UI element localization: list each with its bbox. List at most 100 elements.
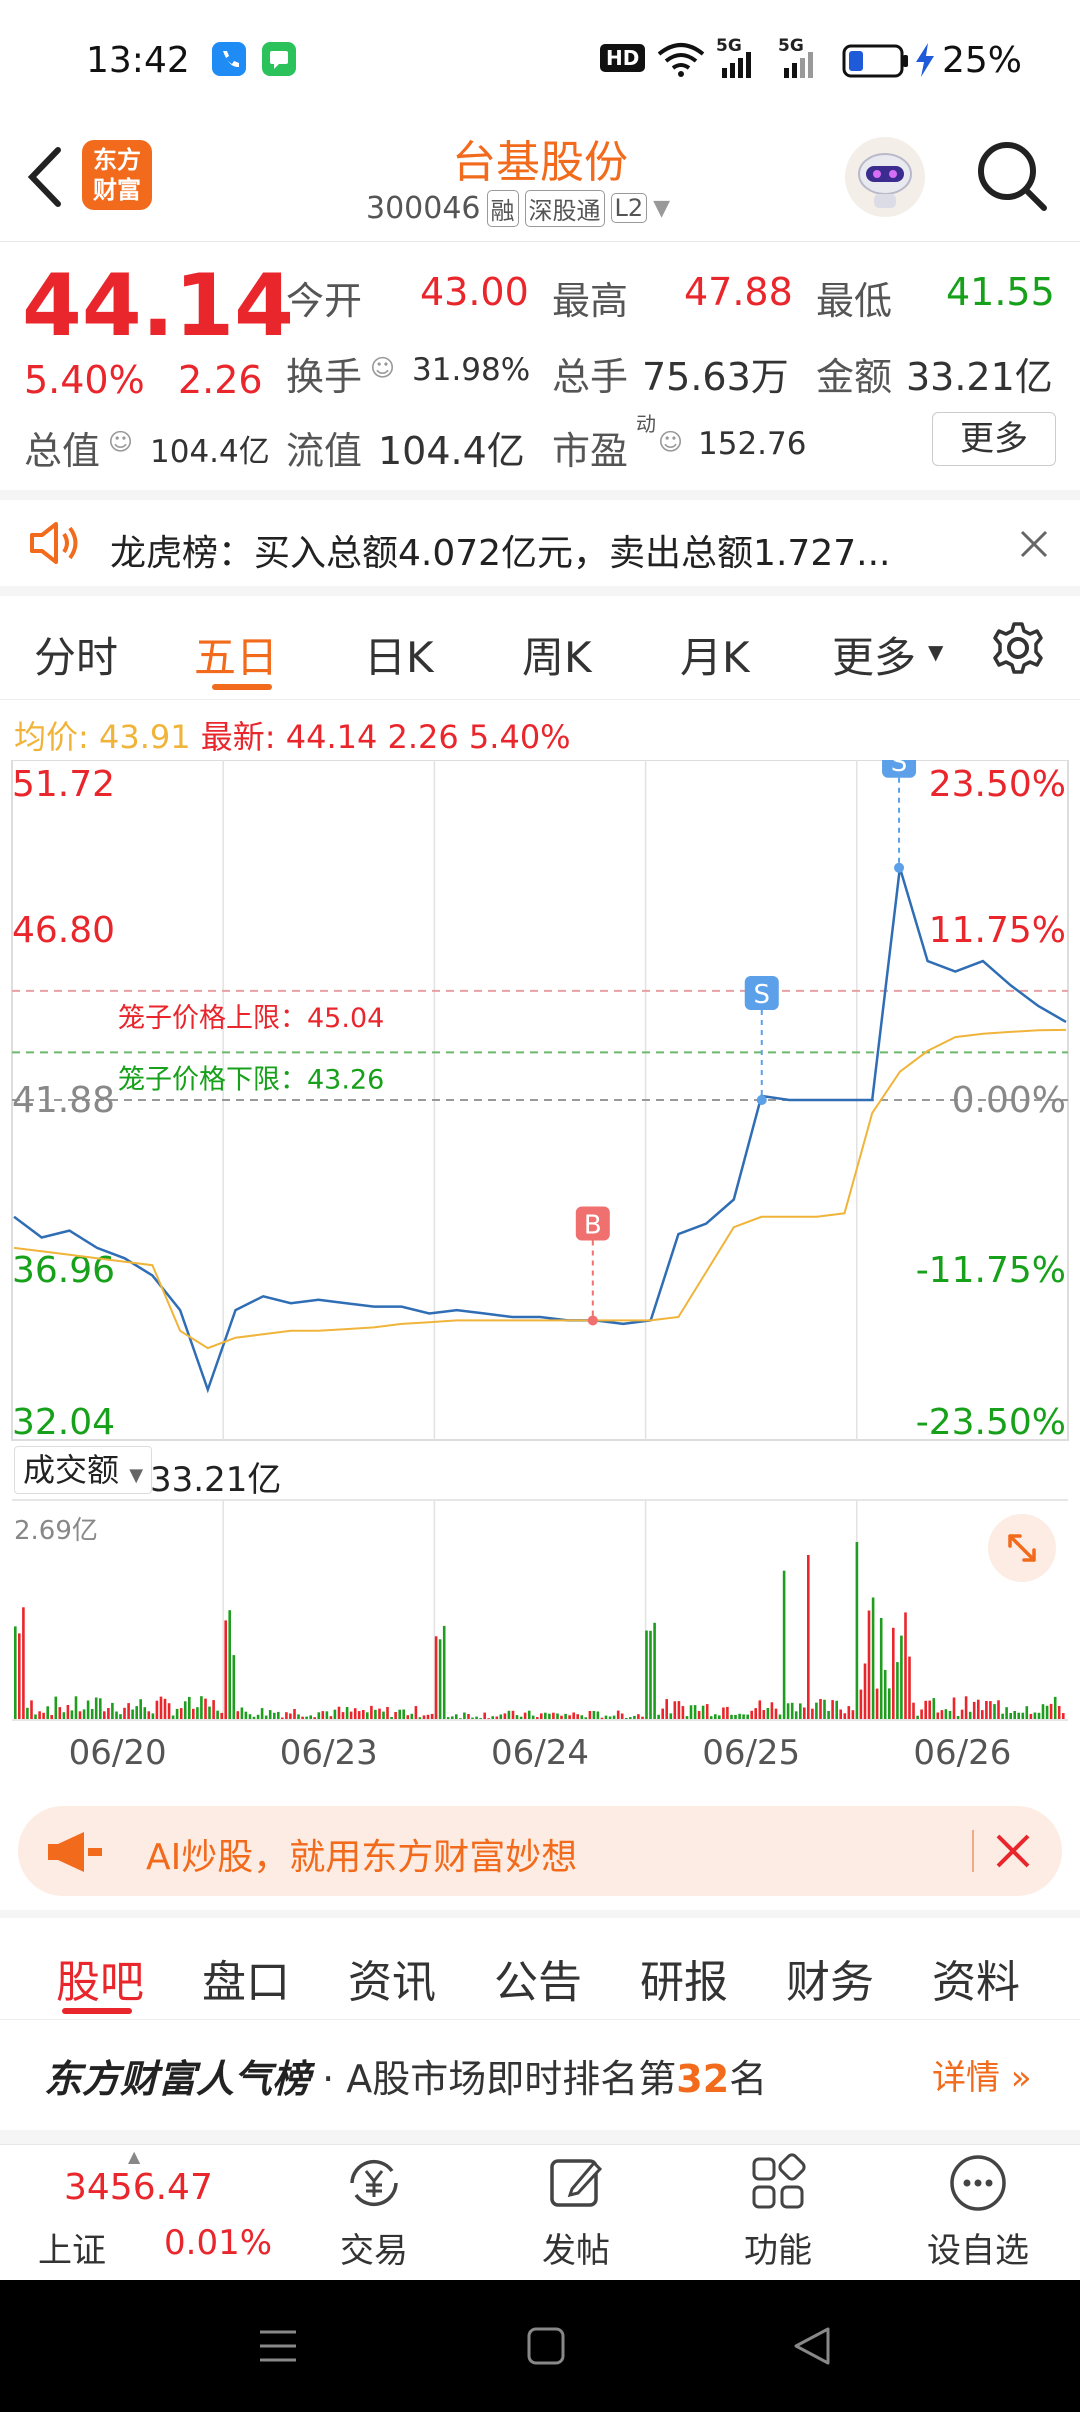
info-icon[interactable]: ☺ [658, 428, 683, 456]
message-app-icon [262, 42, 296, 76]
volume-bar [159, 1696, 163, 1720]
tab-monthly-k[interactable]: 月K [680, 624, 750, 685]
volume-bar [511, 1710, 515, 1720]
volume-bar [398, 1709, 401, 1720]
volume-bar [402, 1709, 405, 1720]
volume-bar [782, 1570, 786, 1720]
back-arrow-icon[interactable] [20, 142, 68, 216]
index-name: 上证 [38, 2231, 106, 2271]
popularity-rank[interactable]: 东方财富人气榜 · A股市场即时排名第32名 详情 » [0, 2020, 1080, 2144]
volume-selector[interactable]: 成交额 ▼ [14, 1446, 153, 1494]
more-button[interactable]: 更多 [932, 412, 1056, 466]
volume-bar [22, 1607, 25, 1720]
quote-panel: 44.14 5.40% 2.26 总值 ☺ 104.4亿 今开 43.00 最高… [0, 242, 1080, 490]
volume-bar [1005, 1707, 1008, 1720]
trade-icon [350, 2159, 398, 2207]
current-price: 44.14 [22, 256, 295, 356]
volume-bar [366, 1712, 369, 1720]
post-button[interactable]: 发帖 [496, 2151, 656, 2272]
volume-bar [997, 1700, 1000, 1720]
search-icon[interactable] [974, 138, 1050, 218]
volume-bar [147, 1711, 151, 1720]
volume-bar [208, 1706, 211, 1720]
expand-icon[interactable] [988, 1514, 1056, 1582]
functions-button[interactable]: 功能 [698, 2151, 858, 2272]
tab-daily-k[interactable]: 日K [364, 624, 434, 685]
volume-bar [220, 1712, 223, 1720]
menu-icon[interactable] [258, 2326, 298, 2370]
low-label: 最低 [816, 279, 893, 323]
add-watchlist-button[interactable]: 设自选 [898, 2151, 1058, 2272]
tab-research[interactable]: 研报 [640, 1946, 728, 2010]
stock-name: 台基股份 [452, 137, 628, 188]
tab-orderbook[interactable]: 盘口 [202, 1946, 290, 2010]
robot-assistant-icon[interactable] [842, 134, 928, 224]
tab-five-day[interactable]: 五日 [194, 624, 278, 685]
volume-bar [693, 1705, 697, 1720]
volume-bar [277, 1711, 280, 1720]
tab-weekly-k[interactable]: 周K [522, 624, 592, 685]
volume-bar [1009, 1713, 1012, 1720]
app-logo[interactable]: 东方 财富 [82, 140, 152, 210]
y-tick-right: -23.50% [916, 1402, 1066, 1443]
y-tick-left: 41.88 [12, 1080, 115, 1121]
tab-intraday[interactable]: 分时 [34, 624, 118, 685]
open-value: 43.00 [420, 270, 529, 314]
volume-bar [46, 1706, 49, 1720]
price-chart[interactable]: 笼子价格上限：45.04 笼子价格下限：43.26 51.72 46.80 41.88 3… [0, 760, 1080, 1790]
volume-bar [811, 1708, 814, 1720]
volume-bar [722, 1707, 725, 1720]
volume-bar [394, 1712, 397, 1720]
volume-bar [438, 1639, 442, 1720]
ai-banner[interactable]: AI炒股，就用东方财富妙想 [18, 1806, 1062, 1896]
volume-bar [111, 1702, 114, 1720]
tab-more[interactable]: 更多 [832, 624, 916, 685]
volume-bar [665, 1699, 668, 1720]
tab-forum[interactable]: 股吧 [56, 1946, 144, 2010]
chart-area[interactable]: 均价: 43.91 最新: 44.14 2.26 5.40% 笼子价格上限：45… [0, 700, 1080, 1790]
mktcap-label: 总值 [24, 429, 101, 473]
edit-icon [550, 2159, 603, 2207]
trade-button[interactable]: 交易 [294, 2151, 454, 2272]
signal1-icon [720, 50, 760, 84]
volume-bar [1053, 1696, 1057, 1720]
volume-bar [30, 1700, 33, 1720]
volume-bar [285, 1712, 288, 1720]
close-icon[interactable] [1014, 524, 1054, 568]
high-label: 最高 [552, 279, 629, 323]
volume-bar [1025, 1706, 1029, 1720]
back-icon[interactable] [792, 2326, 832, 2370]
post-label: 发帖 [542, 2231, 610, 2271]
volume-bar [357, 1711, 361, 1720]
volume-bar [588, 1711, 592, 1720]
volume-max-label: 2.69亿 [14, 1516, 98, 1546]
signal2-icon [782, 50, 822, 84]
volume-bar [952, 1697, 956, 1720]
volume-bar [527, 1710, 531, 1720]
volume-bar [14, 1626, 17, 1720]
info-icon[interactable]: ☺ [370, 354, 395, 382]
info-icon[interactable]: ☺ [108, 428, 133, 456]
app-header: 东方 财富 台基股份 300046 融 深股通 L2 ▼ [0, 120, 1080, 242]
tab-finance[interactable]: 财务 [786, 1946, 874, 2010]
tab-profile[interactable]: 资料 [932, 1946, 1020, 2010]
volume-bar [463, 1712, 466, 1720]
home-icon[interactable] [526, 2326, 566, 2370]
rank-detail-link[interactable]: 详情 » [932, 2050, 1032, 2099]
badge-l2: L2 [610, 193, 648, 223]
gear-icon[interactable] [990, 620, 1046, 680]
volume-bar [1021, 1712, 1025, 1720]
volume-bar [345, 1707, 349, 1720]
chevron-down-icon[interactable]: ▼ [653, 196, 670, 221]
volume-bar [932, 1698, 936, 1720]
avg-value: 43.91 [98, 718, 191, 756]
tab-announcements[interactable]: 公告 [494, 1946, 582, 2010]
volume-bar [62, 1712, 66, 1720]
volume-bar [831, 1700, 834, 1720]
notice-bar[interactable]: 龙虎榜：买入总额4.072亿元，卖出总额1.727... [0, 490, 1080, 596]
close-icon[interactable] [992, 1830, 1034, 1876]
index-ticker[interactable]: ▲ 3456.47 上证 0.01% [0, 2145, 272, 2281]
volume-bar [260, 1708, 264, 1720]
cage-lower-label: 笼子价格下限：43.26 [118, 1064, 384, 1095]
tab-news[interactable]: 资讯 [348, 1946, 436, 2010]
